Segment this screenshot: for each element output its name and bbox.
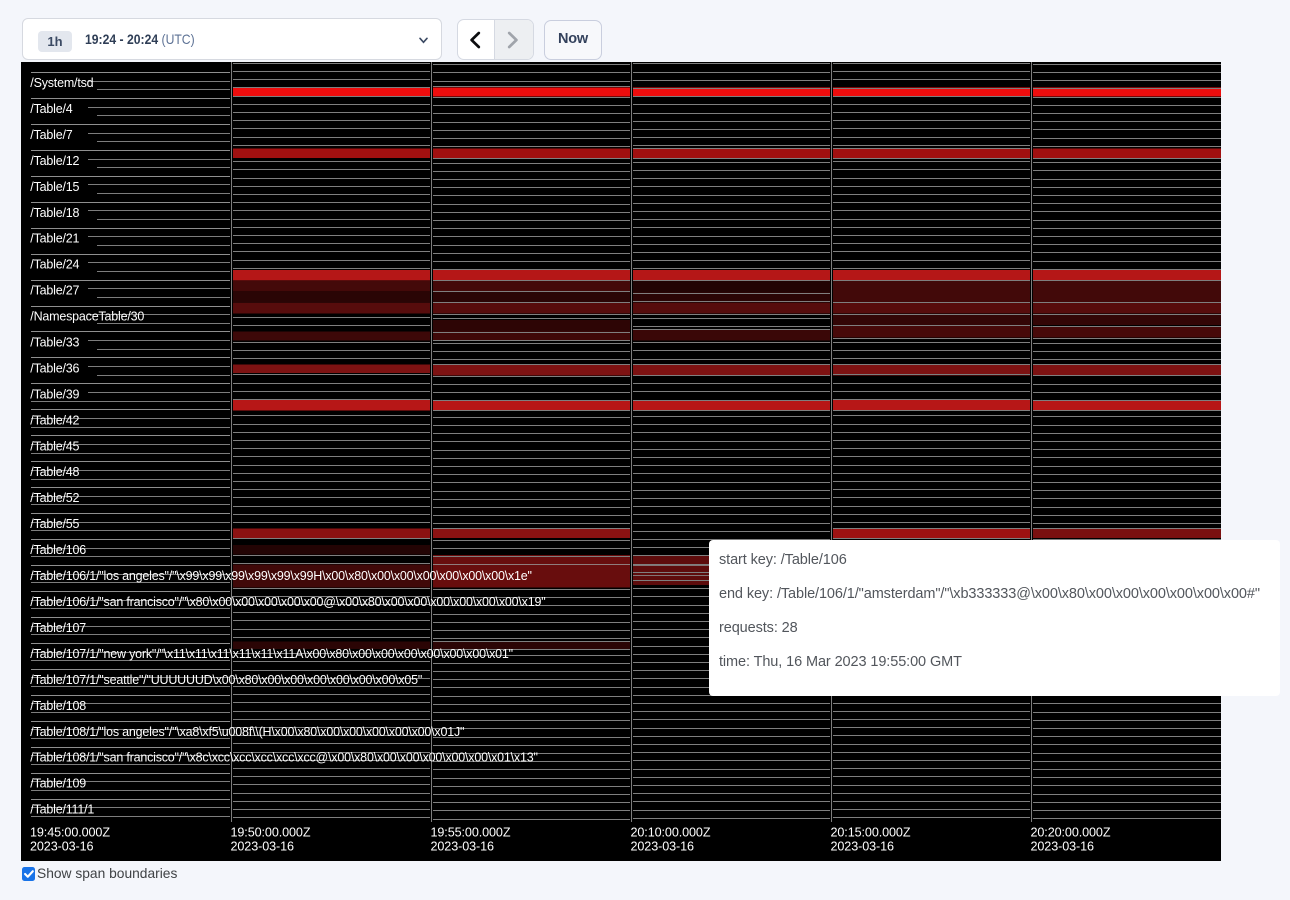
svg-text:/Table/4: /Table/4 (30, 102, 72, 116)
svg-text:/Table/21: /Table/21 (30, 232, 79, 246)
svg-text:19:55:00.000Z: 19:55:00.000Z (431, 825, 511, 839)
svg-text:/Table/106/1/"san francisco"/": /Table/106/1/"san francisco"/"\x80\x00\x… (30, 595, 545, 609)
svg-text:/Table/106/1/"los angeles"/"\x: /Table/106/1/"los angeles"/"\x99\x99\x99… (30, 569, 531, 583)
svg-text:/Table/48: /Table/48 (30, 465, 79, 479)
svg-text:/Table/33: /Table/33 (30, 336, 79, 350)
svg-text:/Table/109: /Table/109 (30, 777, 86, 791)
svg-text:/Table/108/1/"los angeles"/"\x: /Table/108/1/"los angeles"/"\xa8\xf5\u00… (30, 725, 464, 739)
svg-text:20:10:00.000Z: 20:10:00.000Z (631, 825, 711, 839)
svg-text:/Table/42: /Table/42 (30, 413, 79, 427)
svg-text:/Table/52: /Table/52 (30, 491, 79, 505)
svg-text:/System/tsd: /System/tsd (30, 76, 93, 90)
svg-text:/Table/107: /Table/107 (30, 621, 86, 635)
svg-text:/Table/24: /Table/24 (30, 258, 79, 272)
svg-text:2023-03-16: 2023-03-16 (30, 840, 94, 854)
svg-text:19:50:00.000Z: 19:50:00.000Z (231, 825, 311, 839)
svg-text:/Table/27: /Table/27 (30, 284, 79, 298)
svg-text:/Table/15: /Table/15 (30, 180, 79, 194)
svg-text:/Table/107/1/"seattle"/"UUUUUU: /Table/107/1/"seattle"/"UUUUUUD\x00\x80\… (30, 673, 422, 687)
svg-text:/Table/36: /Table/36 (30, 361, 79, 375)
svg-text:/NamespaceTable/30: /NamespaceTable/30 (30, 310, 144, 324)
svg-text:/Table/45: /Table/45 (30, 439, 79, 453)
svg-text:/Table/18: /Table/18 (30, 206, 79, 220)
svg-text:2023-03-16: 2023-03-16 (831, 840, 895, 854)
svg-text:20:15:00.000Z: 20:15:00.000Z (831, 825, 911, 839)
svg-text:/Table/111/1: /Table/111/1 (30, 803, 94, 817)
svg-text:/Table/55: /Table/55 (30, 517, 79, 531)
svg-text:/Table/7: /Table/7 (30, 128, 72, 142)
svg-text:2023-03-16: 2023-03-16 (231, 840, 295, 854)
svg-text:/Table/107/1/"new york"/"\x11\: /Table/107/1/"new york"/"\x11\x11\x11\x1… (30, 647, 513, 661)
svg-text:2023-03-16: 2023-03-16 (431, 840, 495, 854)
svg-text:/Table/106: /Table/106 (30, 543, 86, 557)
svg-text:20:20:00.000Z: 20:20:00.000Z (1031, 825, 1111, 839)
svg-text:2023-03-16: 2023-03-16 (631, 840, 695, 854)
svg-text:2023-03-16: 2023-03-16 (1031, 840, 1095, 854)
svg-text:/Table/108: /Table/108 (30, 699, 86, 713)
svg-text:19:45:00.000Z: 19:45:00.000Z (30, 825, 110, 839)
svg-text:/Table/108/1/"san francisco"/": /Table/108/1/"san francisco"/"\x8c\xcc\x… (30, 751, 537, 765)
svg-text:/Table/12: /Table/12 (30, 154, 79, 168)
svg-text:/Table/39: /Table/39 (30, 387, 79, 401)
